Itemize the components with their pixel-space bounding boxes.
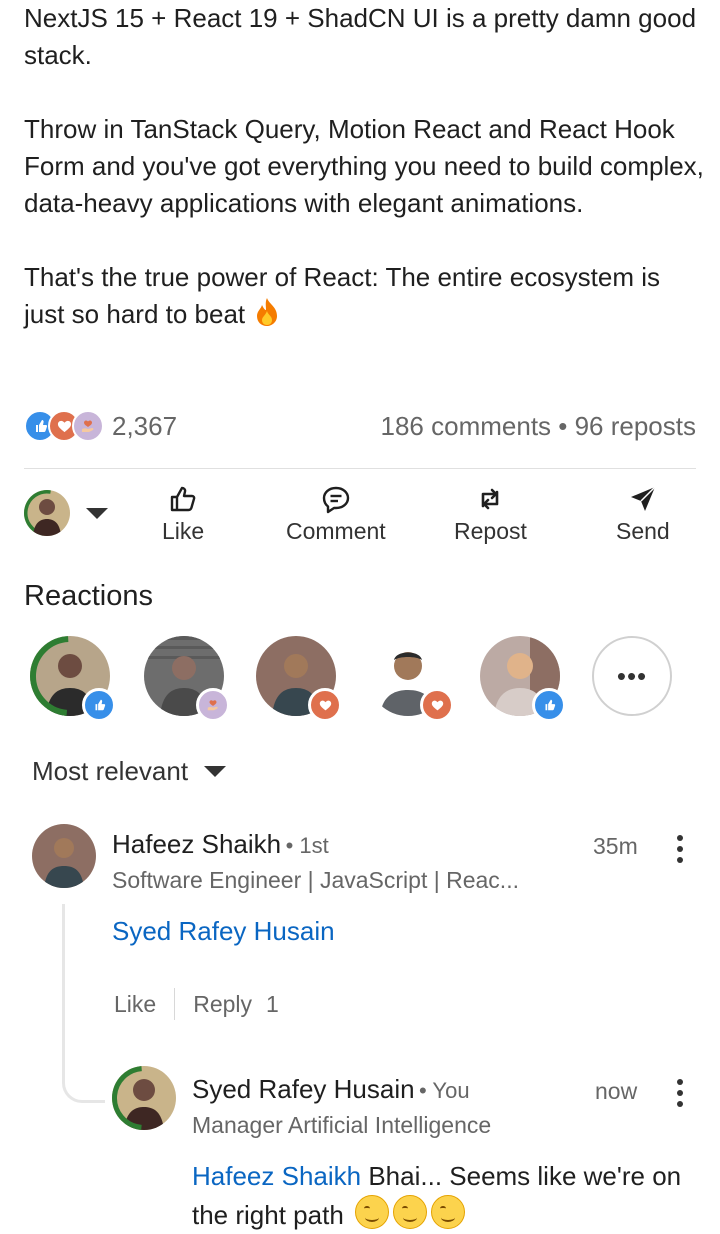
- comments-reposts-count[interactable]: 186 comments • 96 reposts: [381, 411, 696, 442]
- repost-label: Repost: [454, 518, 527, 544]
- comment-reply-button[interactable]: Reply: [193, 991, 252, 1018]
- post-paragraph-3-text: That's the true power of React: The enti…: [24, 262, 660, 329]
- reply-degree: • You: [419, 1078, 470, 1103]
- commenter-name[interactable]: Hafeez Shaikh: [112, 829, 281, 859]
- comment-sort-dropdown[interactable]: Most relevant: [32, 756, 227, 787]
- like-label: Like: [162, 518, 205, 544]
- my-avatar: [24, 490, 70, 536]
- divider: [24, 468, 696, 469]
- support-reaction-icon: [72, 410, 104, 442]
- post-text: NextJS 15 + React 19 + ShadCN UI is a pr…: [24, 0, 704, 333]
- reactor-avatar-4[interactable]: [368, 636, 454, 722]
- post-paragraph-2: Throw in TanStack Query, Motion React an…: [24, 114, 704, 218]
- divider: [174, 988, 176, 1020]
- send-button[interactable]: Send: [616, 484, 670, 545]
- reaction-icons: [24, 410, 104, 442]
- post-action-bar: Like Comment Repost Send: [24, 480, 696, 550]
- love-badge-icon: [420, 688, 454, 722]
- reply-author-name[interactable]: Syed Rafey Husain: [192, 1074, 415, 1104]
- reactor-avatar-5[interactable]: [480, 636, 566, 722]
- support-badge-icon: [196, 688, 230, 722]
- comment-button[interactable]: Comment: [286, 484, 386, 545]
- comment-like-button[interactable]: Like: [114, 991, 156, 1018]
- commenter-headline: Software Engineer | JavaScript | Reac...: [112, 867, 519, 893]
- send-icon: [630, 486, 656, 511]
- like-button[interactable]: Like: [162, 484, 204, 545]
- love-badge-icon: [308, 688, 342, 722]
- more-options-icon[interactable]: [676, 835, 684, 863]
- smiling-face-emoji-icon: [393, 1195, 428, 1229]
- reply-avatar[interactable]: [112, 1066, 176, 1130]
- reactor-avatar-3[interactable]: [256, 636, 342, 722]
- more-options-icon[interactable]: [676, 1079, 684, 1107]
- smiling-face-emoji-icon: [355, 1195, 390, 1229]
- reaction-count: 2,367: [112, 410, 178, 441]
- comment-text: Syed Rafey Husain: [112, 912, 335, 950]
- reaction-summary[interactable]: 2,367: [24, 410, 177, 442]
- fire-emoji-icon: [253, 297, 281, 327]
- comment-actions: Like Reply 1: [114, 988, 279, 1020]
- reactions-heading: Reactions: [24, 580, 153, 612]
- comment-label: Comment: [286, 518, 386, 544]
- social-counts: 2,367 186 comments • 96 reposts: [24, 406, 696, 446]
- mention-link[interactable]: Hafeez Shaikh: [192, 1161, 361, 1191]
- like-badge-icon: [82, 688, 116, 722]
- chevron-down-icon: [86, 507, 108, 519]
- reply-text: Hafeez Shaikh Bhai... Seems like we're o…: [192, 1157, 692, 1234]
- smiling-face-emoji-icon: [431, 1195, 466, 1229]
- commenter-avatar[interactable]: [32, 824, 96, 888]
- comment-icon: [322, 486, 350, 514]
- more-reactions-button[interactable]: •••: [592, 636, 672, 716]
- mention-link[interactable]: Syed Rafey Husain: [112, 916, 335, 946]
- reactor-avatar-1[interactable]: [30, 636, 116, 722]
- comment-timestamp: 35m: [593, 833, 638, 859]
- thread-line: [62, 904, 105, 1103]
- chevron-down-icon: [204, 766, 227, 777]
- reply-author-headline: Manager Artificial Intelligence: [192, 1112, 492, 1138]
- comment-header: Hafeez Shaikh • 1st: [112, 829, 329, 860]
- identity-switcher[interactable]: [24, 490, 108, 536]
- reply-header: Syed Rafey Husain • You: [192, 1074, 470, 1105]
- reply-count: 1: [266, 990, 279, 1017]
- reply-timestamp: now: [595, 1078, 638, 1104]
- reactor-avatar-2[interactable]: [144, 636, 230, 722]
- post-paragraph-1: NextJS 15 + React 19 + ShadCN UI is a pr…: [24, 3, 697, 70]
- like-badge-icon: [532, 688, 566, 722]
- sort-label: Most relevant: [32, 756, 189, 786]
- connection-degree: • 1st: [285, 833, 329, 858]
- post-paragraph-3: That's the true power of React: The enti…: [24, 259, 704, 333]
- repost-button[interactable]: Repost: [454, 484, 527, 545]
- more-dots-icon: •••: [616, 660, 648, 691]
- send-label: Send: [616, 518, 670, 544]
- thumbs-up-icon: [170, 486, 196, 512]
- repost-icon: [482, 488, 499, 510]
